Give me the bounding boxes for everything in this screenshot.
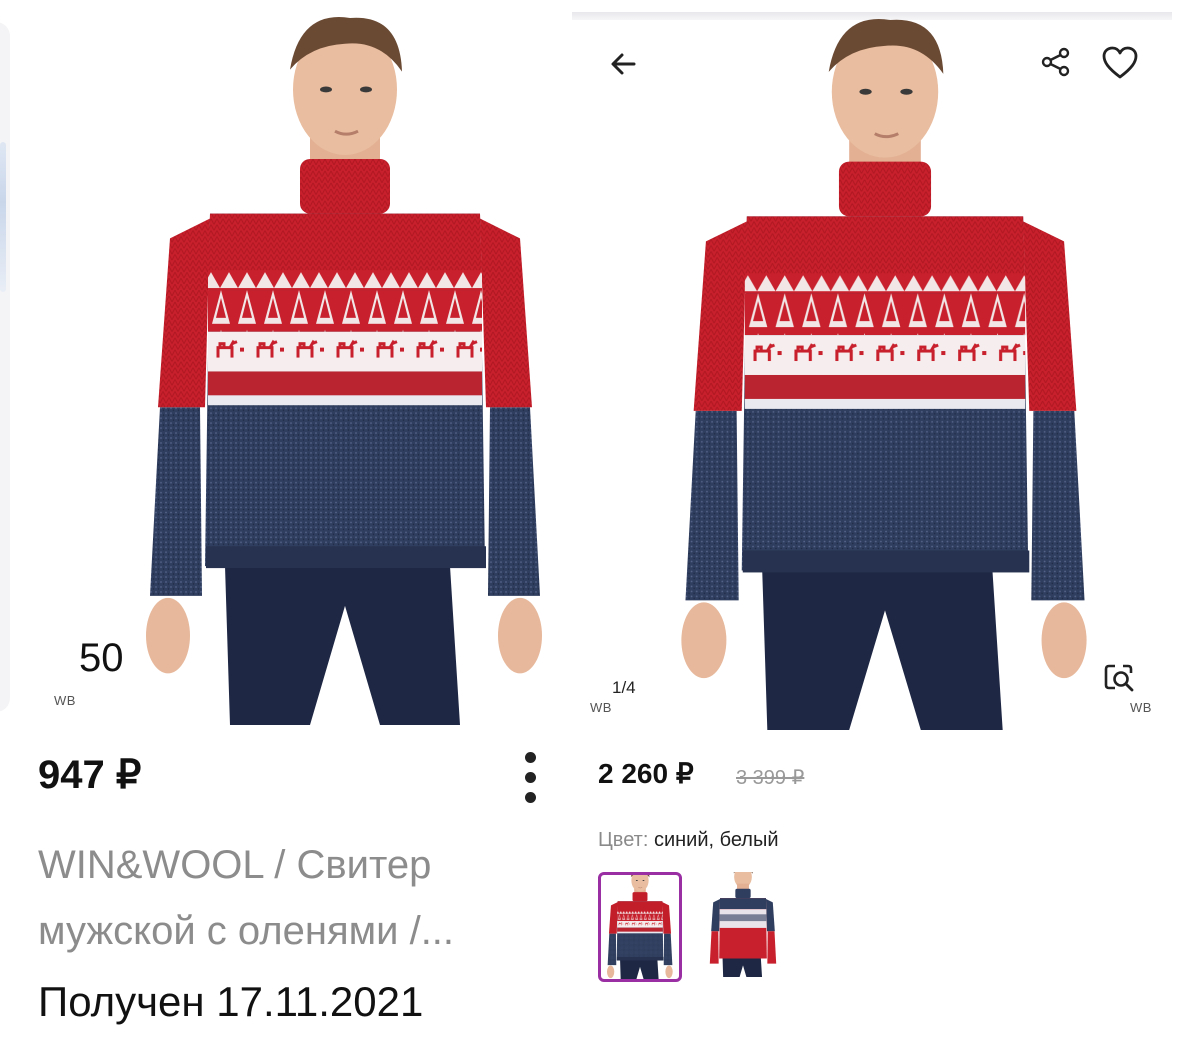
more-vertical-icon[interactable] — [515, 752, 545, 804]
color-label: Цвет: — [598, 829, 649, 851]
color-info: Цвет: синий, белый — [598, 829, 779, 852]
size-label: 50 — [79, 636, 124, 680]
wb-watermark: WB — [54, 693, 76, 708]
share-icon[interactable] — [1038, 44, 1074, 80]
color-variant-red-blue[interactable] — [598, 872, 682, 982]
wb-watermark-right: WB — [1130, 700, 1152, 715]
product-gallery-image[interactable] — [665, 12, 1105, 730]
received-status: Получен 17.11.2021 — [38, 978, 424, 1025]
previous-card-edge — [0, 22, 10, 712]
order-card[interactable]: 50 WB 947 ₽ WIN&WOOL / Свитер мужской с … — [0, 0, 570, 1044]
order-price: 947 ₽ — [38, 753, 142, 797]
arrow-left-icon[interactable] — [604, 44, 644, 84]
wb-watermark-left: WB — [590, 700, 612, 715]
image-search-icon[interactable] — [1103, 662, 1137, 694]
product-photo[interactable] — [130, 10, 560, 725]
color-variant-blue-red[interactable] — [703, 872, 783, 977]
gallery-page-counter: 1/4 — [612, 678, 636, 697]
color-value: синий, белый — [653, 829, 779, 851]
product-title[interactable]: WIN&WOOL / Свитер мужской с оленями /... — [38, 832, 558, 964]
old-price: 3 399 ₽ — [736, 767, 805, 789]
current-price: 2 260 ₽ — [598, 758, 694, 789]
heart-icon[interactable] — [1100, 44, 1140, 82]
